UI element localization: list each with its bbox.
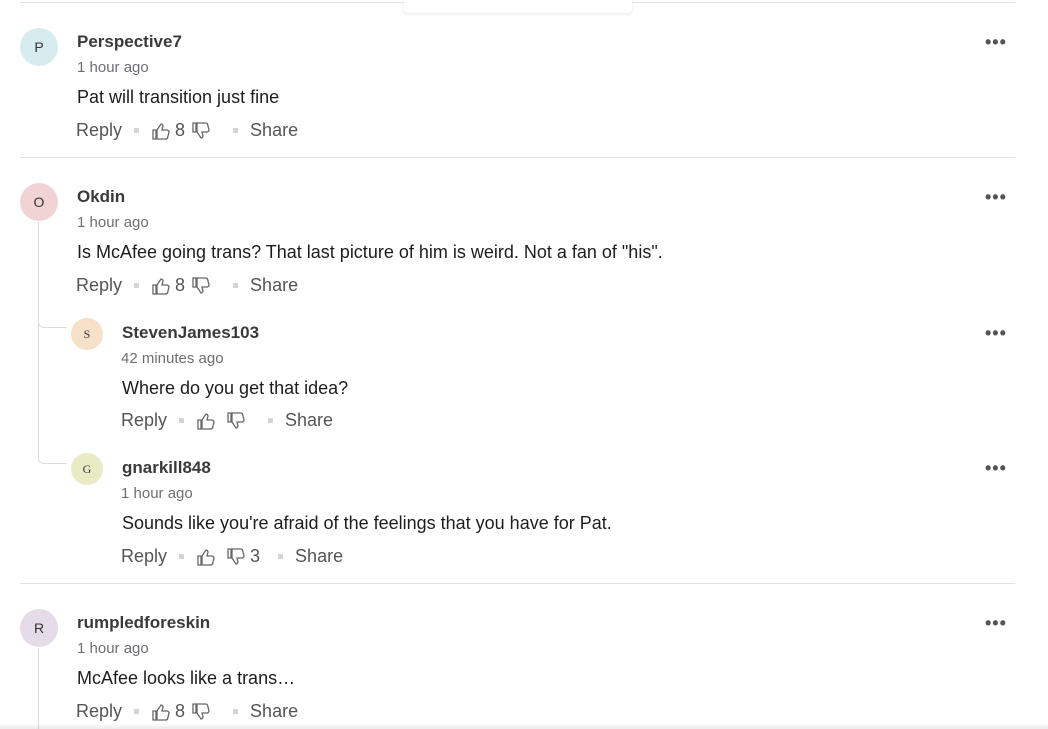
separator — [278, 554, 284, 559]
thumbs-down-icon[interactable] — [191, 121, 211, 140]
thumbs-down-icon[interactable] — [226, 411, 246, 430]
avatar[interactable]: O — [20, 183, 58, 221]
top-tab — [404, 0, 632, 13]
separator — [233, 128, 239, 133]
timestamp: 1 hour ago — [77, 59, 149, 76]
thread-connector — [38, 320, 67, 464]
more-options-icon[interactable]: ••• — [985, 188, 1007, 206]
comment-actions: Reply 3 Share — [121, 546, 343, 567]
timestamp: 1 hour ago — [121, 485, 193, 502]
separator — [179, 554, 185, 559]
comment-text: Where do you get that idea? — [122, 378, 349, 398]
thumbs-up-icon[interactable] — [151, 277, 171, 295]
share-button[interactable]: Share — [250, 120, 298, 141]
thread-line — [38, 648, 39, 729]
bottom-shadow — [0, 723, 1048, 729]
avatar[interactable]: P — [20, 28, 58, 66]
comment-actions: Reply 8 Share — [76, 120, 298, 141]
comment-text: Is McAfee going trans? That last picture… — [77, 242, 663, 262]
reply-button[interactable]: Reply — [121, 546, 167, 567]
timestamp: 1 hour ago — [77, 214, 149, 231]
separator — [134, 709, 140, 714]
share-button[interactable]: Share — [250, 701, 298, 722]
reply-button[interactable]: Reply — [76, 275, 122, 296]
comment-actions: Reply Share — [121, 410, 333, 431]
username[interactable]: StevenJames103 — [122, 323, 259, 343]
reply-button[interactable]: Reply — [121, 410, 167, 431]
separator — [233, 709, 239, 714]
timestamp: 1 hour ago — [77, 640, 149, 657]
dislike-count: 3 — [250, 546, 261, 566]
thumbs-down-icon[interactable] — [191, 276, 211, 295]
avatar[interactable]: S — [71, 318, 103, 350]
comment-text: Sounds like you're afraid of the feeling… — [122, 513, 612, 533]
separator — [233, 283, 239, 288]
comment-divider — [20, 583, 1015, 584]
reply-button[interactable]: Reply — [76, 120, 122, 141]
like-count: 8 — [175, 275, 186, 295]
username[interactable]: gnarkill848 — [122, 458, 211, 478]
thumbs-down-icon[interactable] — [226, 547, 246, 566]
comment-divider — [20, 157, 1015, 158]
share-button[interactable]: Share — [250, 275, 298, 296]
avatar[interactable]: G — [71, 453, 103, 485]
separator — [179, 418, 185, 423]
thumbs-down-icon[interactable] — [191, 702, 211, 721]
separator — [268, 418, 274, 423]
thumbs-up-icon[interactable] — [151, 703, 171, 721]
thumbs-up-icon[interactable] — [196, 548, 216, 566]
share-button[interactable]: Share — [295, 546, 343, 567]
share-button[interactable]: Share — [285, 410, 333, 431]
separator — [134, 283, 140, 288]
more-options-icon[interactable]: ••• — [985, 324, 1007, 342]
comment-actions: Reply 8 Share — [76, 701, 298, 722]
username[interactable]: Okdin — [77, 187, 125, 207]
like-count: 8 — [175, 701, 186, 721]
thumbs-up-icon[interactable] — [151, 122, 171, 140]
reply-button[interactable]: Reply — [76, 701, 122, 722]
thumbs-up-icon[interactable] — [196, 412, 216, 430]
like-count: 8 — [175, 120, 186, 140]
more-options-icon[interactable]: ••• — [985, 459, 1007, 477]
separator — [134, 128, 140, 133]
more-options-icon[interactable]: ••• — [985, 614, 1007, 632]
comment-actions: Reply 8 Share — [76, 275, 298, 296]
username[interactable]: Perspective7 — [77, 32, 182, 52]
comment-text: McAfee looks like a trans… — [77, 668, 296, 688]
comment-text: Pat will transition just fine — [77, 87, 280, 107]
timestamp: 42 minutes ago — [121, 350, 224, 367]
username[interactable]: rumpledforeskin — [77, 613, 210, 633]
avatar[interactable]: R — [20, 609, 58, 647]
more-options-icon[interactable]: ••• — [985, 33, 1007, 51]
